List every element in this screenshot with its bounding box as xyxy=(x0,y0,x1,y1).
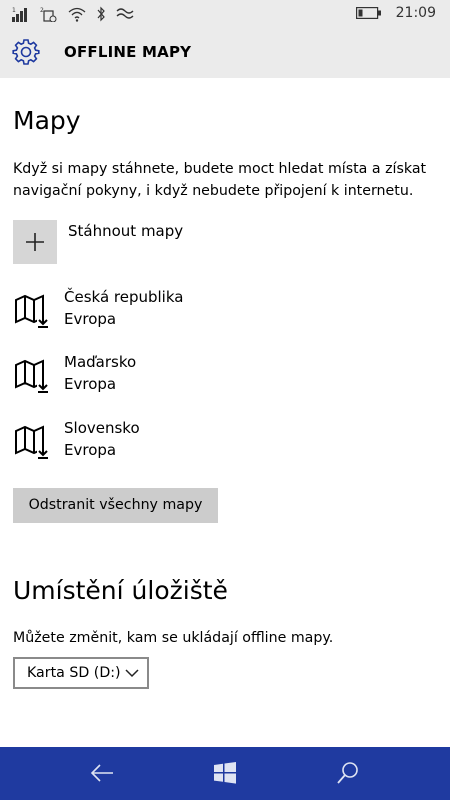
back-arrow-icon xyxy=(90,764,113,782)
storage-section-title: Umístění úložiště xyxy=(13,576,228,605)
back-button[interactable] xyxy=(72,747,132,800)
map-item-name: Maďarsko xyxy=(64,353,137,371)
remove-all-maps-button[interactable]: Odstranit všechny mapy xyxy=(13,488,218,523)
storage-description: Můžete změnit, kam se ukládají offline m… xyxy=(13,630,334,646)
battery-icon xyxy=(355,7,381,19)
storage-location-select[interactable]: Karta SD (D:) xyxy=(13,657,149,689)
navigation-bar xyxy=(0,747,450,800)
gear-icon[interactable] xyxy=(12,38,40,66)
signal-strength-icon: 1 xyxy=(12,7,27,22)
map-download-icon xyxy=(15,425,49,459)
start-button[interactable] xyxy=(195,747,255,800)
windows-logo-icon xyxy=(214,762,236,784)
bluetooth-icon xyxy=(97,6,105,22)
maps-description: Když si mapy stáhnete, budete moct hleda… xyxy=(13,161,427,199)
svg-text:1: 1 xyxy=(12,7,16,14)
vibrate-icon xyxy=(116,8,134,19)
search-button[interactable] xyxy=(318,747,378,800)
wifi-icon xyxy=(68,7,86,22)
map-item-name: Slovensko xyxy=(64,419,140,437)
map-item-region: Evropa xyxy=(64,375,117,393)
map-download-icon xyxy=(15,359,49,393)
search-icon xyxy=(337,762,358,784)
second-sim-icon: 2 xyxy=(40,7,57,22)
map-item-region: Evropa xyxy=(64,441,117,459)
storage-location-value: Karta SD (D:) xyxy=(27,665,121,681)
status-right: 21:09 xyxy=(355,0,436,26)
map-item-hungary[interactable]: Maďarsko Evropa xyxy=(13,353,413,403)
plus-icon xyxy=(26,233,44,251)
status-bar: 1 2 21:09 xyxy=(0,0,450,26)
chevron-down-icon xyxy=(125,669,139,678)
status-icons: 1 2 xyxy=(12,4,134,22)
map-item-name: Česká republika xyxy=(64,288,184,306)
map-item-region: Evropa xyxy=(64,310,117,328)
status-time: 21:09 xyxy=(395,5,436,21)
page-title: OFFLINE MAPY xyxy=(64,43,192,61)
maps-section-title: Mapy xyxy=(13,106,81,135)
map-download-icon xyxy=(15,294,49,328)
download-maps-button[interactable] xyxy=(13,220,57,264)
app-header: OFFLINE MAPY xyxy=(0,26,450,78)
map-item-czech-republic[interactable]: Česká republika Evropa xyxy=(13,288,413,338)
map-item-slovakia[interactable]: Slovensko Evropa xyxy=(13,419,413,469)
download-maps-label[interactable]: Stáhnout mapy xyxy=(68,222,183,240)
